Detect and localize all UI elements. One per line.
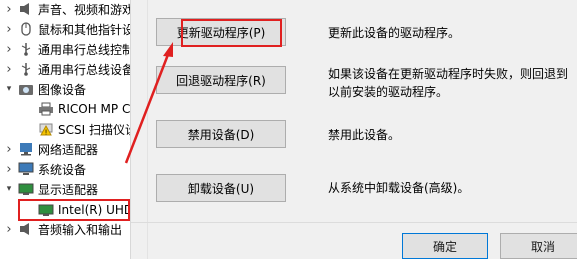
tree-item-label: SCSI 扫描仪设 — [58, 122, 130, 137]
speaker-icon — [18, 2, 34, 16]
update-driver-highlight — [181, 19, 282, 47]
cancel-button[interactable]: 取消 — [500, 233, 577, 259]
camera-icon — [18, 82, 34, 96]
tree-item-label: 通用串行总线设备 — [38, 62, 130, 77]
tree-item-label: 通用串行总线控制 — [38, 42, 130, 57]
tree-item-label: RICOH MP C — [58, 102, 130, 116]
mouse-icon — [18, 22, 34, 36]
tree-item-label: 鼠标和其他指针设 — [38, 22, 130, 37]
tree-item[interactable]: › 系统设备 — [0, 159, 130, 179]
expand-right-icon[interactable]: › — [4, 62, 14, 77]
disable-device-desc: 禁用此设备。 — [328, 128, 401, 142]
expand-right-icon[interactable]: › — [4, 2, 14, 17]
uninstall-device-desc: 从系统中卸载设备(高级)。 — [328, 181, 470, 195]
rollback-driver-button[interactable]: 回退驱动程序(R) — [156, 66, 286, 94]
expand-right-icon[interactable]: › — [4, 42, 14, 57]
expand-right-icon[interactable]: › — [4, 22, 14, 37]
rollback-driver-desc-line1: 如果该设备在更新驱动程序时失败，则回退到 — [328, 67, 569, 81]
expand-right-icon[interactable]: › — [4, 142, 14, 157]
footer-divider — [131, 222, 577, 223]
tree-item[interactable]: RICOH MP C — [0, 99, 130, 119]
tree-item-label: 声音、视频和游戏 — [38, 2, 130, 17]
svg-text:!: ! — [45, 129, 48, 137]
usb-icon — [18, 62, 34, 76]
expand-down-icon[interactable]: ▾ — [4, 184, 14, 194]
usb-icon — [18, 42, 34, 56]
tree-item[interactable]: ▾ 显示适配器 — [0, 179, 130, 199]
tree-item[interactable]: › 声音、视频和游戏 — [0, 0, 130, 19]
uninstall-device-button[interactable]: 卸载设备(U) — [156, 174, 286, 202]
selected-device-highlight — [18, 199, 130, 221]
computer-icon — [18, 162, 34, 176]
disable-device-button[interactable]: 禁用设备(D) — [156, 120, 286, 148]
tree-item-label: 图像设备 — [38, 82, 87, 97]
rollback-driver-desc-line2: 以前安装的驱动程序。 — [328, 85, 449, 99]
printer-icon — [38, 102, 54, 116]
tree-item[interactable]: › 网络适配器 — [0, 139, 130, 159]
driver-tab-content: 更新驱动程序(P) 更新此设备的驱动程序。 回退驱动程序(R) 如果该设备在更新… — [147, 0, 577, 259]
tree-item[interactable]: › 鼠标和其他指针设 — [0, 19, 130, 39]
expand-down-icon[interactable]: ▾ — [4, 84, 14, 94]
expand-right-icon[interactable]: › — [4, 222, 14, 237]
tree-item[interactable]: › 通用串行总线控制 — [0, 39, 130, 59]
network-icon — [18, 142, 34, 156]
expand-right-icon[interactable]: › — [4, 162, 14, 177]
tree-item-label: 系统设备 — [38, 162, 87, 177]
tree-item[interactable]: › 通用串行总线设备 — [0, 59, 130, 79]
ok-button[interactable]: 确定 — [402, 233, 488, 259]
update-driver-desc: 更新此设备的驱动程序。 — [328, 26, 461, 40]
audio-io-icon — [18, 222, 34, 236]
tree-item-label: 网络适配器 — [38, 142, 99, 157]
tree-item[interactable]: ▾ 图像设备 — [0, 79, 130, 99]
warning-device-icon: ! — [38, 122, 54, 136]
tree-item[interactable]: ! SCSI 扫描仪设 — [0, 119, 130, 139]
tree-item-label: 显示适配器 — [38, 182, 99, 197]
display-icon — [18, 182, 34, 196]
driver-properties-panel: 更新驱动程序(P) 更新此设备的驱动程序。 回退驱动程序(R) 如果该设备在更新… — [131, 0, 577, 259]
tree-item-label: 音频输入和输出 — [38, 222, 123, 237]
tree-item[interactable]: › 音频输入和输出 — [0, 219, 130, 239]
